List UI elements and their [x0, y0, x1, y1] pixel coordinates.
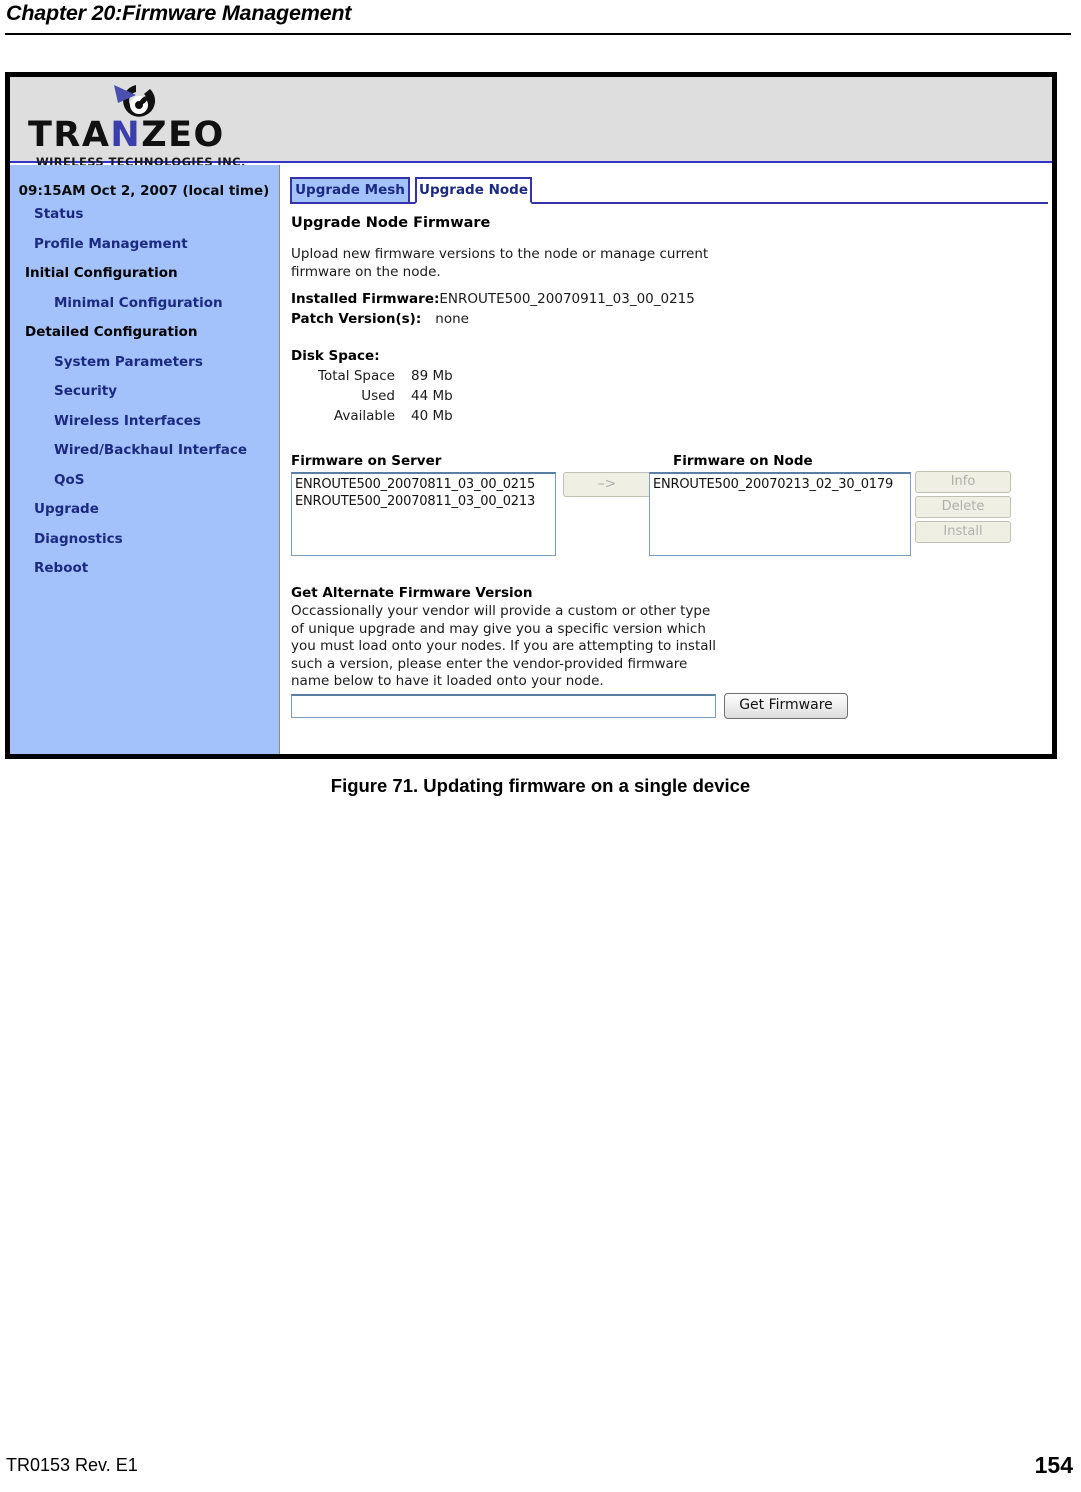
get-firmware-button[interactable]: Get Firmware: [724, 693, 848, 719]
tranzeo-logo: TRANZEO WIRELESS TECHNOLOGIES INC.: [28, 79, 248, 169]
sidebar-item-upgrade[interactable]: Upgrade: [10, 502, 280, 517]
disk-space-key: Used: [361, 388, 395, 404]
disk-space-value: 89 Mb: [411, 368, 453, 384]
disk-space-key: Available: [333, 408, 395, 424]
page-title: Upgrade Node Firmware: [291, 215, 491, 231]
disk-space-title: Disk Space:: [291, 348, 380, 364]
page-footer: TR0153 Rev. E1 154: [0, 1452, 1081, 1485]
tab-bar: Upgrade Mesh Upgrade Node: [290, 177, 1048, 204]
wordmark-post: ZEO: [141, 115, 225, 155]
sidebar-item-qos[interactable]: QoS: [10, 472, 280, 488]
tab-upgrade-node[interactable]: Upgrade Node: [415, 177, 532, 204]
list-item[interactable]: ENROUTE500_20070213_02_30_0179: [653, 476, 909, 493]
sidebar-item-reboot[interactable]: Reboot: [10, 561, 280, 576]
sidebar: 09:15AM Oct 2, 2007 (local time) Status P…: [10, 165, 280, 754]
content-pane: Upgrade Mesh Upgrade Node Upgrade Node F…: [281, 165, 1052, 754]
sidebar-clock: 09:15AM Oct 2, 2007 (local time): [18, 183, 270, 199]
sidebar-item-system-parameters[interactable]: System Parameters: [10, 354, 280, 370]
info-button[interactable]: Info: [915, 471, 1011, 493]
disk-space-key: Total Space: [318, 368, 395, 384]
firmware-on-server-label: Firmware on Server: [291, 453, 442, 469]
firmware-on-node-list[interactable]: ENROUTE500_20070213_02_30_0179: [649, 472, 911, 556]
install-button[interactable]: Install: [915, 521, 1011, 543]
sidebar-item-detailed-configuration: Detailed Configuration: [25, 324, 198, 340]
firmware-name-input[interactable]: [291, 694, 716, 718]
device-web-ui-screenshot: TRANZEO WIRELESS TECHNOLOGIES INC. 09:15…: [5, 72, 1057, 759]
list-item[interactable]: ENROUTE500_20070811_03_00_0215: [295, 476, 554, 493]
firmware-on-node-label: Firmware on Node: [673, 453, 813, 469]
disk-space-row: Total Space 89 Mb: [287, 367, 453, 387]
alternate-firmware-description: Occassionally your vendor will provide a…: [291, 603, 717, 689]
disk-space-value: 40 Mb: [411, 408, 453, 424]
sidebar-nav: Status Profile Management Initial Configur…: [10, 207, 280, 591]
firmware-on-server-list[interactable]: ENROUTE500_20070811_03_00_0215 ENROUTE500…: [291, 472, 556, 556]
sidebar-item-minimal-configuration[interactable]: Minimal Configuration: [10, 295, 280, 311]
delete-button[interactable]: Delete: [915, 496, 1011, 518]
sidebar-item-wireless-interfaces[interactable]: Wireless Interfaces: [10, 413, 280, 429]
footer-document-id: TR0153 Rev. E1: [6, 1455, 138, 1475]
installed-firmware-label: Installed Firmware:: [291, 291, 440, 307]
installed-firmware-value: ENROUTE500_20070911_03_00_0215: [439, 291, 695, 307]
sidebar-item-wired-backhaul-interface[interactable]: Wired/Backhaul Interface: [10, 443, 280, 458]
patch-versions-label: Patch Version(s):: [291, 311, 422, 327]
figure-caption: Figure 71. Updating firmware on a single…: [330, 775, 751, 796]
disk-space-value: 44 Mb: [411, 388, 453, 404]
transfer-to-node-button[interactable]: –>: [563, 472, 651, 497]
header-divider: [5, 33, 1071, 35]
footer-page-number: 154: [1034, 1452, 1073, 1478]
wordmark-n: N: [110, 115, 142, 155]
sidebar-item-security[interactable]: Security: [10, 384, 280, 399]
list-item[interactable]: ENROUTE500_20070811_03_00_0213: [295, 493, 554, 510]
page-description: Upload new firmware versions to the node…: [291, 246, 709, 280]
page-header: Chapter 20:Firmware Management: [0, 0, 1081, 46]
alternate-firmware-title: Get Alternate Firmware Version: [291, 585, 533, 601]
app-banner: TRANZEO WIRELESS TECHNOLOGIES INC.: [10, 77, 1052, 169]
wordmark-pre: TRA: [28, 115, 111, 155]
installed-firmware-row: Installed Firmware:ENROUTE500_20070911_0…: [291, 291, 695, 307]
disk-space-row: Used 44 Mb: [287, 387, 453, 407]
patch-versions-value: none: [435, 311, 469, 327]
tab-upgrade-mesh[interactable]: Upgrade Mesh: [290, 177, 410, 204]
sidebar-item-status[interactable]: Status: [10, 207, 280, 222]
tranzeo-wordmark: TRANZEO: [28, 117, 248, 153]
sidebar-item-initial-configuration: Initial Configuration: [25, 265, 178, 281]
disk-space-row: Available 40 Mb: [287, 407, 453, 427]
chapter-title: Chapter 20:Firmware Management: [6, 1, 352, 25]
sidebar-item-diagnostics[interactable]: Diagnostics: [10, 531, 280, 547]
patch-versions-row: Patch Version(s): none: [291, 311, 469, 327]
disk-space-table: Total Space 89 Mb Used 44 Mb Available 40 Mb: [287, 367, 453, 427]
sidebar-item-profile-management[interactable]: Profile Management: [10, 236, 280, 252]
